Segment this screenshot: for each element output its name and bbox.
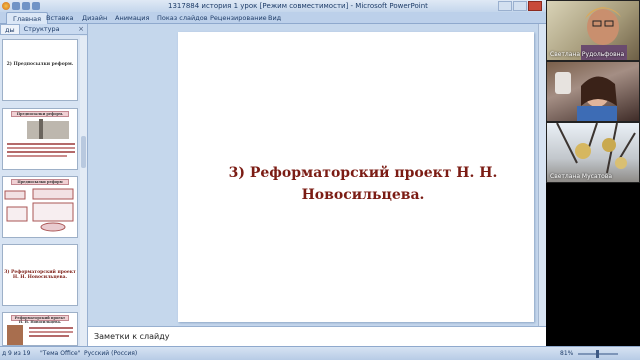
participant-video[interactable] [546, 61, 640, 122]
slide-thumbnail[interactable]: Реформаторский проект Н. Н. Новосильцева… [2, 312, 78, 346]
editor-scrollbar[interactable] [538, 24, 546, 326]
close-icon[interactable]: × [75, 24, 87, 34]
slide-thumbnail[interactable]: 2) Предпосылки реформ. [2, 39, 78, 101]
tab-outline[interactable]: Структура [20, 24, 64, 34]
slide-thumbnail[interactable]: Предпосылки реформ. [2, 108, 78, 170]
slides-panel: ды Структура × 2) Предпосылки реформ. Пр… [0, 24, 88, 346]
quick-access-toolbar [2, 2, 40, 10]
slide-counter: д 9 из 19 [2, 350, 31, 357]
thumbnail-header: Предпосылки реформ. [11, 111, 69, 117]
minimize-button[interactable] [498, 1, 512, 11]
slide-title-line-2: Новосильцева. [301, 187, 425, 203]
tab-design[interactable]: Дизайн [82, 14, 107, 22]
participant-name: Светлана Рудольфовна [550, 51, 625, 58]
redo-icon[interactable] [32, 2, 40, 10]
zoom-slider-handle[interactable] [596, 350, 599, 358]
window-title: 1317884 история 1 урок [Режим совместимо… [168, 2, 428, 10]
slide-thumbnail[interactable]: Предпосылки реформ [2, 176, 78, 238]
notes-pane[interactable]: Заметки к слайду [88, 326, 546, 346]
thumbnail-diagram [4, 188, 74, 232]
tab-slides[interactable]: ды [0, 24, 20, 34]
ribbon-tabs: Главная Вставка Дизайн Анимация Показ сл… [0, 12, 546, 24]
zoom-slider[interactable] [578, 350, 618, 358]
scrollbar-thumb[interactable] [81, 136, 86, 168]
participant-video[interactable]: Светлана Рудольфовна [546, 0, 640, 61]
thumbnail-header: Предпосылки реформ [11, 179, 69, 185]
tab-insert[interactable]: Вставка [46, 14, 74, 22]
participant-name: Светлана Мусатова [550, 173, 613, 180]
panel-tabs: ды Структура × [0, 24, 87, 35]
tab-review[interactable]: Рецензирование [210, 14, 267, 22]
current-slide[interactable]: 3) Реформаторский проект Н. Н. Новосильц… [178, 32, 534, 322]
undo-icon[interactable] [22, 2, 30, 10]
thumbnail-title: 2) Предпосылки реформ. [6, 62, 74, 67]
thumbnail-title: Предпосылки реформ. [16, 112, 64, 116]
slide-title[interactable]: 3) Реформаторский проект Н. Н. Новосильц… [218, 162, 508, 206]
slide-editor: 3) Реформаторский проект Н. Н. Новосильц… [88, 24, 546, 326]
close-button[interactable] [528, 1, 542, 11]
thumbnail-portrait [7, 325, 73, 345]
office-button-icon[interactable] [2, 2, 10, 10]
save-icon[interactable] [12, 2, 20, 10]
slide-title-line-1: 3) Реформаторский проект Н. Н. [228, 165, 498, 181]
thumbnail-title: Предпосылки реформ [17, 180, 63, 184]
tab-view[interactable]: Вид [268, 14, 281, 22]
thumbnail-title: 3) Реформаторский проект Н. Н. Новосильц… [4, 270, 76, 280]
thumbnail-header: Реформаторский проект Н. Н. Новосильцева… [11, 315, 69, 324]
participant-video[interactable]: Светлана Мусатова [546, 122, 640, 183]
window-controls [498, 1, 542, 11]
tab-home[interactable]: Главная [6, 12, 49, 24]
video-panel: Светлана Рудольфовна Светлана Мусатова [546, 0, 640, 346]
language-indicator[interactable]: Русский (Россия) [84, 350, 137, 357]
tab-animation[interactable]: Анимация [115, 14, 149, 22]
panel-scrollbar[interactable] [80, 36, 87, 346]
participant-avatar [555, 72, 617, 121]
thumbnail-illustration [7, 119, 75, 157]
slide-thumbnail-current[interactable]: 3) Реформаторский проект Н. Н. Новосильц… [2, 244, 78, 306]
tab-slideshow[interactable]: Показ слайдов [157, 14, 208, 22]
title-bar: 1317884 история 1 урок [Режим совместимо… [0, 0, 546, 12]
maximize-button[interactable] [513, 1, 527, 11]
status-bar: д 9 из 19 "Тема Office" Русский (Россия)… [0, 346, 640, 360]
zoom-level[interactable]: 81% [560, 350, 573, 357]
notes-placeholder: Заметки к слайду [94, 332, 170, 341]
theme-name: "Тема Office" [40, 350, 81, 357]
